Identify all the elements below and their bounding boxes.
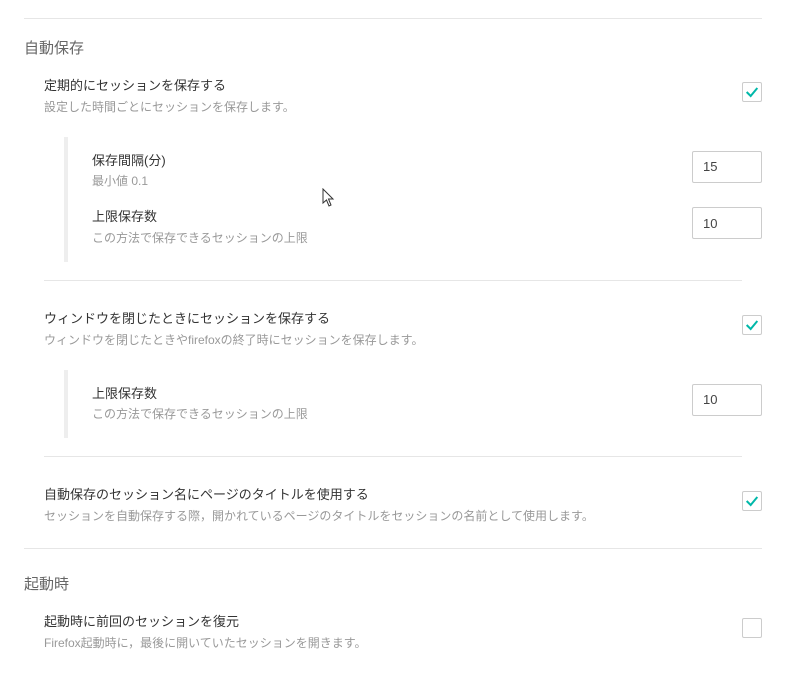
onclose-limit-desc: この方法で保存できるセッションの上限 — [92, 405, 672, 424]
check-icon — [744, 317, 760, 333]
row-use-title: 自動保存のセッション名にページのタイトルを使用する セッションを自動保存する際，… — [24, 481, 762, 538]
onclose-save-title: ウィンドウを閉じたときにセッションを保存する — [44, 309, 722, 329]
onclose-save-desc: ウィンドウを閉じたときやfirefoxの終了時にセッションを保存します。 — [44, 331, 722, 350]
section-heading-startup: 起動時 — [24, 573, 762, 594]
settings-panel: 自動保存 定期的にセッションを保存する 設定した時間ごとにセッションを保存します… — [0, 0, 786, 665]
row-onclose-limit: 上限保存数 この方法で保存できるセッションの上限 — [92, 376, 762, 433]
restore-session-desc: Firefox起動時に，最後に開いていたセッションを開きます。 — [44, 634, 722, 653]
periodic-limit-title: 上限保存数 — [92, 207, 672, 227]
row-text: 保存間隔(分) 最小値 0.1 — [92, 151, 692, 192]
row-periodic-limit: 上限保存数 この方法で保存できるセッションの上限 — [92, 199, 762, 256]
row-restore-session: 起動時に前回のセッションを復元 Firefox起動時に，最後に開いていたセッショ… — [24, 608, 762, 665]
periodic-limit-input[interactable] — [692, 207, 762, 239]
use-title-desc: セッションを自動保存する際，開かれているページのタイトルをセッションの名前として… — [44, 507, 722, 526]
save-interval-desc: 最小値 0.1 — [92, 172, 672, 191]
periodic-save-desc: 設定した時間ごとにセッションを保存します。 — [44, 98, 722, 117]
check-icon — [744, 84, 760, 100]
restore-session-title: 起動時に前回のセッションを復元 — [44, 612, 722, 632]
section-heading-autosave: 自動保存 — [24, 37, 762, 58]
use-title-title: 自動保存のセッション名にページのタイトルを使用する — [44, 485, 722, 505]
periodic-limit-desc: この方法で保存できるセッションの上限 — [92, 229, 672, 248]
row-text: 上限保存数 この方法で保存できるセッションの上限 — [92, 384, 692, 425]
row-save-interval: 保存間隔(分) 最小値 0.1 — [92, 143, 762, 200]
row-onclose-save: ウィンドウを閉じたときにセッションを保存する ウィンドウを閉じたときやfiref… — [24, 305, 762, 362]
divider — [44, 456, 742, 457]
row-text: 定期的にセッションを保存する 設定した時間ごとにセッションを保存します。 — [44, 76, 742, 117]
row-periodic-save: 定期的にセッションを保存する 設定した時間ごとにセッションを保存します。 — [24, 72, 762, 129]
periodic-save-checkbox[interactable] — [742, 82, 762, 102]
row-text: 起動時に前回のセッションを復元 Firefox起動時に，最後に開いていたセッショ… — [44, 612, 742, 653]
divider — [44, 280, 742, 281]
use-title-checkbox[interactable] — [742, 491, 762, 511]
row-text: ウィンドウを閉じたときにセッションを保存する ウィンドウを閉じたときやfiref… — [44, 309, 742, 350]
row-text: 上限保存数 この方法で保存できるセッションの上限 — [92, 207, 692, 248]
periodic-subblock: 保存間隔(分) 最小値 0.1 上限保存数 この方法で保存できるセッションの上限 — [64, 137, 762, 262]
check-icon — [744, 493, 760, 509]
save-interval-title: 保存間隔(分) — [92, 151, 672, 171]
save-interval-input[interactable] — [692, 151, 762, 183]
divider — [24, 548, 762, 549]
onclose-save-checkbox[interactable] — [742, 315, 762, 335]
row-text: 自動保存のセッション名にページのタイトルを使用する セッションを自動保存する際，… — [44, 485, 742, 526]
top-divider — [24, 18, 762, 19]
onclose-subblock: 上限保存数 この方法で保存できるセッションの上限 — [64, 370, 762, 439]
onclose-limit-title: 上限保存数 — [92, 384, 672, 404]
restore-session-checkbox[interactable] — [742, 618, 762, 638]
onclose-limit-input[interactable] — [692, 384, 762, 416]
periodic-save-title: 定期的にセッションを保存する — [44, 76, 722, 96]
